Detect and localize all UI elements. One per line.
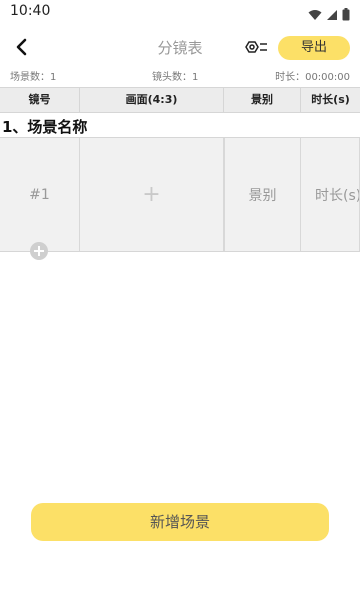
export-button[interactable]: 导出	[278, 36, 350, 60]
add-shot-button[interactable]	[29, 241, 49, 261]
status-icons	[308, 6, 350, 25]
stats-bar: 场景数：1 镜头数：1 时长：00:00:00	[0, 68, 360, 84]
plus-circle-icon	[29, 242, 49, 265]
table-row: #1 + 景别 时长(s)	[0, 137, 360, 252]
column-header-duration: 时长(s)	[311, 93, 350, 106]
column-header-shot-number: 镜号	[0, 88, 80, 112]
shot-count: 镜头数：1	[152, 72, 199, 83]
scene-title[interactable]: 1、场景名称	[2, 116, 87, 137]
table-header: 镜号 画面(4:3) 景别 时长(s)	[0, 87, 360, 113]
add-scene-button[interactable]: 新增场景	[31, 503, 329, 541]
image-cell[interactable]: +	[80, 138, 224, 251]
column-header-image: 画面(4:3)	[80, 88, 224, 112]
signal-icon	[326, 6, 338, 25]
shot-number-cell[interactable]: #1	[0, 138, 80, 251]
status-time: 10:40	[10, 3, 51, 19]
wifi-icon	[308, 6, 322, 25]
settings-list-icon	[244, 41, 268, 62]
duration-cell[interactable]: 时长(s)	[301, 138, 360, 251]
column-header-shot-size: 景别	[224, 88, 301, 112]
battery-icon	[342, 6, 350, 25]
scene-count: 场景数：1	[10, 72, 57, 83]
app-header: 分镜表 导出	[0, 30, 360, 64]
shot-size-cell[interactable]: 景别	[224, 138, 301, 251]
status-bar: 10:40	[0, 0, 360, 26]
duration-total: 时长：00:00:00	[275, 72, 350, 83]
settings-button[interactable]	[244, 36, 268, 58]
add-image-icon: +	[142, 182, 161, 207]
